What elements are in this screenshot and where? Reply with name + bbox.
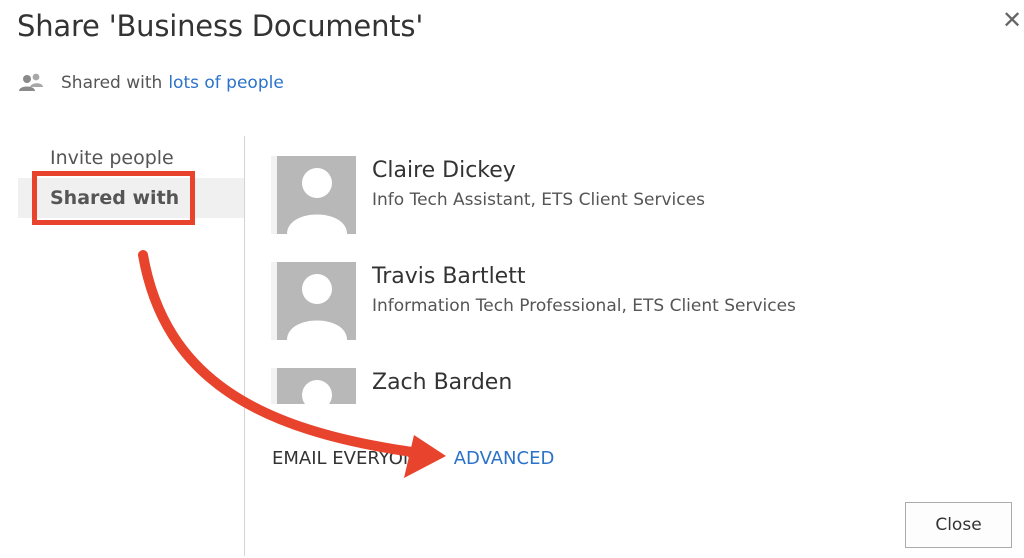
lots-of-people-link[interactable]: lots of people	[168, 73, 283, 93]
shared-with-text: Shared with	[61, 73, 163, 93]
person-title: Info Tech Assistant, ETS Client Services	[372, 190, 705, 210]
list-item[interactable]: Zach Barden	[271, 368, 971, 404]
shared-summary: Shared with lots of people	[18, 70, 284, 96]
person-name: Claire Dickey	[372, 158, 516, 183]
person-placeholder-icon	[271, 262, 356, 340]
advanced-link[interactable]: Advanced	[454, 448, 555, 469]
people-icon	[19, 73, 43, 91]
people-list[interactable]: Claire Dickey Info Tech Assistant, ETS C…	[271, 156, 971, 404]
person-title: Information Tech Professional, ETS Clien…	[372, 296, 796, 316]
nav-item-invite-people[interactable]: Invite people	[18, 138, 244, 178]
person-name: Travis Bartlett	[372, 264, 526, 289]
nav-item-shared-with[interactable]: Shared with	[18, 178, 244, 218]
email-everyone-link[interactable]: Email everyone	[272, 448, 428, 469]
share-dialog: Share 'Business Documents' ✕ Shared with…	[0, 0, 1024, 558]
action-links: Email everyone Advanced	[272, 445, 554, 471]
close-button[interactable]: Close	[905, 502, 1012, 548]
list-item[interactable]: Travis Bartlett Information Tech Profess…	[271, 262, 971, 368]
left-nav: Invite people Shared with	[18, 138, 244, 218]
person-placeholder-icon	[271, 156, 356, 234]
dialog-title: Share 'Business Documents'	[17, 9, 424, 43]
person-placeholder-icon	[271, 368, 356, 404]
close-icon[interactable]: ✕	[998, 6, 1024, 34]
person-name: Zach Barden	[372, 370, 513, 395]
list-item[interactable]: Claire Dickey Info Tech Assistant, ETS C…	[271, 156, 971, 262]
vertical-divider	[244, 136, 245, 556]
